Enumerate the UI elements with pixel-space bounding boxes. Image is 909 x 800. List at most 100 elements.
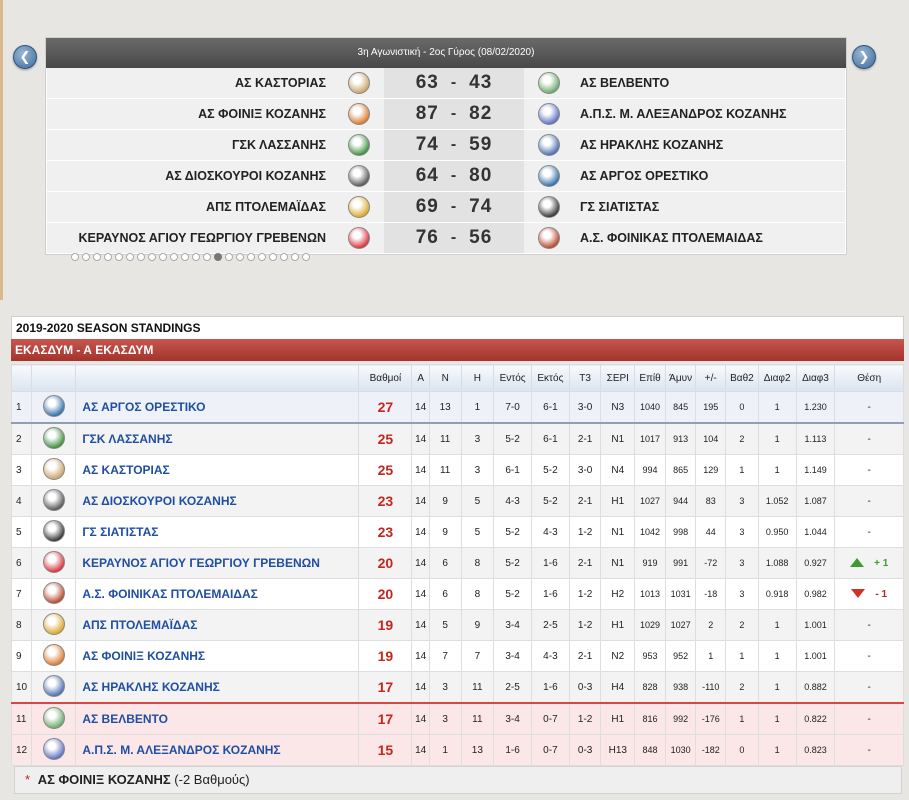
column-header[interactable]: Άμυν (664, 364, 697, 392)
table-row[interactable]: 12 Α.Π.Σ. Μ. ΑΛΕΞΑΝΔΡΟΣ ΚΟΖΑΝΗΣ 15 14 1 13 1-6… (10, 734, 904, 766)
next-round-button[interactable]: ❯ (852, 45, 876, 69)
col-logo (31, 364, 77, 392)
column-header[interactable]: Βαθ2 (725, 364, 759, 392)
table-row[interactable]: 10 ΑΣ ΗΡΑΚΛΗΣ ΚΟΖΑΝΗΣ 17 14 3 11 2-5 1-6 0-3 H4 82… (10, 671, 904, 704)
pager-dot[interactable] (104, 253, 112, 261)
team-logo-icon (42, 550, 65, 573)
team-name-link[interactable]: ΑΣ ΑΡΓΟΣ ΟΡΕΣΤΙΚΟ (75, 391, 360, 424)
team-name-link[interactable]: ΚΕΡΑΥΝΟΣ ΑΓΙΟΥ ΓΕΩΡΓΙΟΥ ΓΡΕΒΕΝΩΝ (75, 547, 360, 579)
team-name-link[interactable]: ΑΣ ΔΙΟΣΚΟΥΡΟΙ ΚΟΖΑΝΗΣ (75, 485, 360, 517)
game-row[interactable]: ΑΣ ΚΑΣΤΟΡΙΑΣ 63-43 ΑΣ ΒΕΛΒΕΝΤΟ (47, 68, 845, 99)
team-logo-cell (31, 578, 77, 610)
team-name-link[interactable]: ΑΠΣ ΠΤΟΛΕΜΑΪΔΑΣ (75, 609, 360, 641)
team-name-link[interactable]: ΓΣΚ ΛΑΣΣΑΝΗΣ (75, 422, 360, 455)
game-row[interactable]: ΓΣΚ ΛΑΣΣΑΝΗΣ 74-59 ΑΣ ΗΡΑΚΛΗΣ ΚΟΖΑΝΗΣ (47, 130, 845, 161)
pager-dot[interactable] (280, 253, 288, 261)
team-name-link[interactable]: ΑΣ ΗΡΑΚΛΗΣ ΚΟΖΑΝΗΣ (75, 671, 360, 704)
table-row[interactable]: 6 ΚΕΡΑΥΝΟΣ ΑΓΙΟΥ ΓΕΩΡΓΙΟΥ ΓΡΕΒΕΝΩΝ 20 14 6 8 5… (10, 547, 904, 579)
column-header[interactable]: Βαθμοί (358, 364, 413, 392)
team-name-link[interactable]: ΑΣ ΚΑΣΤΟΡΙΑΣ (75, 454, 360, 486)
table-row[interactable]: 7 Α.Σ. ΦΟΙΝΙΚΑΣ ΠΤΟΛΕΜΑΙΔΑΣ 20 14 6 8 5-2 1-6 1-… (10, 578, 904, 610)
pager-dot[interactable] (148, 253, 156, 261)
pager-dot[interactable] (126, 253, 134, 261)
team-name-link[interactable]: ΑΣ ΦΟΙΝΙΞ ΚΟΖΑΝΗΣ (75, 640, 360, 672)
column-header[interactable]: ΣΕΡΙ (600, 364, 636, 392)
home-score: 64 (415, 165, 439, 186)
stat-cell-vath2: 0 (725, 734, 759, 766)
game-row[interactable]: ΑΣ ΔΙΟΣΚΟΥΡΟΙ ΚΟΖΑΝΗΣ 64-80 ΑΣ ΑΡΓΟΣ ΟΡΕΣΤ… (47, 161, 845, 192)
game-row[interactable]: ΑΣ ΦΟΙΝΙΞ ΚΟΖΑΝΗΣ 87-82 Α.Π.Σ. Μ. ΑΛΕΞΑΝΔΡ… (47, 99, 845, 130)
pager-dot[interactable] (214, 253, 222, 261)
column-header[interactable]: Διαφ2 (757, 364, 797, 392)
stat-cell-epith: 816 (634, 702, 666, 735)
pager-dot[interactable] (247, 253, 255, 261)
stat-cell-n: 7 (428, 640, 462, 672)
score-box: 69-74 (384, 192, 524, 222)
stat-cell-t3: 2-1 (568, 422, 602, 455)
stat-cell-away: 1-6 (531, 547, 570, 579)
pager-dot[interactable] (302, 253, 310, 261)
table-row[interactable]: 2 ΓΣΚ ΛΑΣΣΑΝΗΣ 25 14 11 3 5-2 6-1 2-1 N1 1017 913 10… (10, 422, 904, 455)
away-logo-cell (524, 72, 574, 94)
home-team-logo-icon (348, 72, 370, 94)
pager-dot[interactable] (137, 253, 145, 261)
pager-dot[interactable] (192, 253, 200, 261)
table-row[interactable]: 11 ΑΣ ΒΕΛΒΕΝΤΟ 17 14 3 11 3-4 0-7 1-2 H1 816 992 -17… (10, 702, 904, 735)
pager-dot[interactable] (71, 253, 79, 261)
column-header[interactable]: +/- (695, 364, 727, 392)
stat-cell-vath2: 2 (725, 671, 759, 704)
points-cell: 27 (358, 391, 413, 424)
pager-dot[interactable] (181, 253, 189, 261)
stat-cell-diaf3: 1.001 (795, 640, 836, 672)
prev-round-button[interactable]: ❮ (13, 45, 37, 69)
pager-dot[interactable] (170, 253, 178, 261)
home-team-name: ΑΣ ΦΟΙΝΙΞ ΚΟΖΑΝΗΣ (198, 107, 326, 121)
game-row[interactable]: ΑΠΣ ΠΤΟΛΕΜΑΪΔΑΣ 69-74 ΓΣ ΣΙΑΤΙΣΤΑΣ (47, 192, 845, 223)
column-header[interactable]: Ν (428, 364, 462, 392)
away-team-name: ΑΣ ΗΡΑΚΛΗΣ ΚΟΖΑΝΗΣ (580, 138, 724, 152)
stat-cell-vath2: 1 (725, 702, 759, 735)
table-row[interactable]: 1 ΑΣ ΑΡΓΟΣ ΟΡΕΣΤΙΚΟ 27 14 13 1 7-0 6-1 3-0 N3 1040… (10, 391, 904, 424)
game-row[interactable]: ΚΕΡΑΥΝΟΣ ΑΓΙΟΥ ΓΕΩΡΓΙΟΥ ΓΡΕΒΕΝΩΝ 76-56 Α.Σ… (47, 223, 845, 254)
pager-dot[interactable] (203, 253, 211, 261)
stat-cell-home: 2-5 (493, 671, 532, 704)
pager-dot[interactable] (82, 253, 90, 261)
pager-dot[interactable] (225, 253, 233, 261)
team-name-link[interactable]: Α.Σ. ΦΟΙΝΙΚΑΣ ΠΤΟΛΕΜΑΙΔΑΣ (75, 578, 360, 610)
stat-cell-away: 1-6 (531, 578, 570, 610)
stat-cell-vath2: 3 (725, 547, 759, 579)
team-name-link[interactable]: ΑΣ ΒΕΛΒΕΝΤΟ (75, 702, 360, 735)
team-logo-cell (31, 391, 77, 424)
home-logo-cell (334, 165, 384, 187)
pager-dot[interactable] (291, 253, 299, 261)
pager-dot[interactable] (236, 253, 244, 261)
standings-group-header: ΕΚΑΣΔΥΜ - Α ΕΚΑΣΔΥΜ (11, 339, 904, 361)
page-edge-stripe (0, 0, 3, 300)
column-header[interactable]: Η (460, 364, 495, 392)
pager-dot[interactable] (258, 253, 266, 261)
team-name-link[interactable]: Α.Π.Σ. Μ. ΑΛΕΞΑΝΔΡΟΣ ΚΟΖΑΝΗΣ (75, 734, 360, 766)
column-header[interactable]: Θέση (834, 364, 904, 392)
team-logo-cell (31, 671, 77, 704)
stat-cell-amyn: 865 (664, 454, 697, 486)
column-header[interactable]: Διαφ3 (795, 364, 836, 392)
table-row[interactable]: 5 ΓΣ ΣΙΑΤΙΣΤΑΣ 23 14 9 5 5-2 4-3 1-2 N1 1042 998 44 3… (10, 516, 904, 548)
pager-dot[interactable] (269, 253, 277, 261)
table-row[interactable]: 9 ΑΣ ΦΟΙΝΙΞ ΚΟΖΑΝΗΣ 19 14 7 7 3-4 4-3 2-1 N2 953 95… (10, 640, 904, 672)
column-header[interactable]: Α (411, 364, 430, 392)
stat-cell-n: 3 (428, 671, 462, 704)
away-team-logo-icon (538, 227, 560, 249)
team-name-link[interactable]: ΓΣ ΣΙΑΤΙΣΤΑΣ (75, 516, 360, 548)
pager-dot[interactable] (159, 253, 167, 261)
pager-dot[interactable] (93, 253, 101, 261)
table-row[interactable]: 8 ΑΠΣ ΠΤΟΛΕΜΑΪΔΑΣ 19 14 5 9 3-4 2-5 1-2 H1 1029 102… (10, 609, 904, 641)
table-row[interactable]: 4 ΑΣ ΔΙΟΣΚΟΥΡΟΙ ΚΟΖΑΝΗΣ 23 14 9 5 4-3 5-2 2-1 H1 1… (10, 485, 904, 517)
stat-cell-diaf3: 0.822 (795, 702, 836, 735)
column-header[interactable]: Εκτός (531, 364, 570, 392)
stat-cell-away: 0-7 (531, 702, 570, 735)
column-header[interactable]: Εντός (493, 364, 532, 392)
table-row[interactable]: 3 ΑΣ ΚΑΣΤΟΡΙΑΣ 25 14 11 3 6-1 5-2 3-0 N4 994 865 129… (10, 454, 904, 486)
column-header[interactable]: Επίθ (634, 364, 666, 392)
pager-dot[interactable] (115, 253, 123, 261)
column-header[interactable]: Τ3 (568, 364, 602, 392)
